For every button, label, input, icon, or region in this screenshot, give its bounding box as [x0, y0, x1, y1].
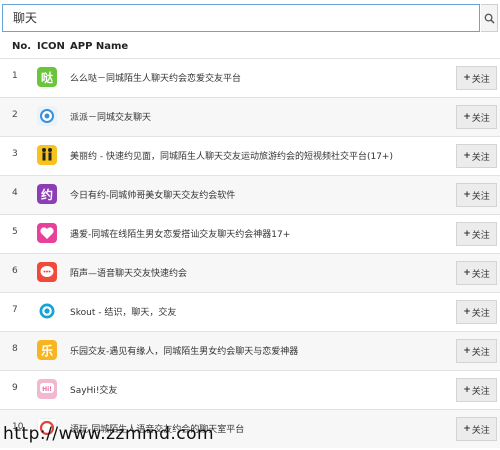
meiliyue-app-icon[interactable] — [37, 145, 57, 165]
row-number: 7 — [12, 305, 18, 315]
svg-text:Hi!: Hi! — [42, 386, 52, 393]
plus-icon: + — [463, 268, 471, 278]
follow-label: 关注 — [471, 269, 490, 280]
table-row[interactable]: 5 遇爱-同城在线陌生男女恋爱搭讪交友聊天约会神器17+ + 关注 — [0, 214, 500, 253]
search-bar: 聊天 — [2, 4, 498, 32]
header-icon: ICON — [37, 41, 65, 52]
yuai-app-icon[interactable] — [37, 223, 57, 243]
plus-icon: + — [463, 385, 471, 395]
follow-button[interactable]: + 关注 — [456, 417, 497, 441]
follow-label: 关注 — [471, 152, 490, 163]
row-number: 8 — [12, 344, 18, 354]
table-row[interactable]: 4 约 今日有约-同城帅哥美女聊天交友约会软件 + 关注 — [0, 175, 500, 214]
plus-icon: + — [463, 190, 471, 200]
search-input[interactable]: 聊天 — [2, 4, 480, 32]
table-header: No. ICON APP Name — [0, 32, 500, 60]
follow-button[interactable]: + 关注 — [456, 339, 497, 363]
search-button[interactable] — [481, 4, 498, 32]
follow-button[interactable]: + 关注 — [456, 144, 497, 168]
row-number: 1 — [12, 71, 18, 81]
table-row[interactable]: 2 派派－同城交友聊天 + 关注 — [0, 97, 500, 136]
app-name-link[interactable]: 今日有约-同城帅哥美女聊天交友约会软件 — [70, 188, 235, 201]
app-name-link[interactable]: 派派－同城交友聊天 — [70, 110, 151, 123]
table-row[interactable]: 9 Hi! SayHi!交友 + 关注 — [0, 370, 500, 409]
app-name-link[interactable]: 遇爱-同城在线陌生男女恋爱搭讪交友聊天约会神器17+ — [70, 227, 290, 240]
svg-text:哒: 哒 — [41, 70, 54, 85]
follow-label: 关注 — [471, 230, 490, 241]
app-name-link[interactable]: 陌声—语音聊天交友快速约会 — [70, 266, 187, 279]
follow-button[interactable]: + 关注 — [456, 378, 497, 402]
skout-app-icon[interactable] — [37, 301, 57, 321]
row-number: 2 — [12, 110, 18, 120]
leyuan-app-icon[interactable]: 乐 — [37, 340, 57, 360]
follow-label: 关注 — [471, 74, 490, 85]
follow-label: 关注 — [471, 308, 490, 319]
plus-icon: + — [463, 346, 471, 356]
watermark: http://www.zzmmd.com — [3, 424, 215, 444]
paipai-app-icon[interactable] — [37, 106, 57, 126]
svg-text:乐: 乐 — [41, 343, 53, 358]
app-name-link[interactable]: 乐园交友-遇见有缘人，同城陌生男女约会聊天与恋爱神器 — [70, 344, 298, 357]
row-number: 3 — [12, 149, 18, 159]
app-list: 1 哒么么哒－同城陌生人聊天约会恋爱交友平台 + 关注 2 派派－同城交友聊天 + 关注 3 美丽… — [0, 58, 500, 448]
header-no: No. — [12, 41, 32, 52]
follow-label: 关注 — [471, 386, 490, 397]
header-app-name: APP Name — [70, 41, 129, 52]
mmd-app-icon[interactable]: 哒 — [37, 67, 57, 87]
follow-button[interactable]: + 关注 — [456, 66, 497, 90]
app-name-link[interactable]: 美丽约 - 快速约见面，同城陌生人聊天交友运动旅游约会的短视频社交平台(17+) — [70, 149, 393, 162]
table-row[interactable]: 3 美丽约 - 快速约见面，同城陌生人聊天交友运动旅游约会的短视频社交平台(17+… — [0, 136, 500, 175]
follow-label: 关注 — [471, 425, 490, 436]
search-icon — [484, 13, 495, 24]
plus-icon: + — [463, 424, 471, 434]
plus-icon: + — [463, 307, 471, 317]
follow-button[interactable]: + 关注 — [456, 183, 497, 207]
plus-icon: + — [463, 112, 471, 122]
plus-icon: + — [463, 151, 471, 161]
plus-icon: + — [463, 73, 471, 83]
jinriyouyue-app-icon[interactable]: 约 — [37, 184, 57, 204]
row-number: 4 — [12, 188, 18, 198]
plus-icon: + — [463, 229, 471, 239]
app-name-link[interactable]: Skout - 结识，聊天，交友 — [70, 305, 176, 318]
follow-button[interactable]: + 关注 — [456, 105, 497, 129]
app-name-link[interactable]: SayHi!交友 — [70, 383, 117, 396]
follow-label: 关注 — [471, 113, 490, 124]
table-row[interactable]: 1 哒 么么哒－同城陌生人聊天约会恋爱交友平台 + 关注 — [0, 58, 500, 97]
follow-button[interactable]: + 关注 — [456, 222, 497, 246]
sayhi-app-icon[interactable]: Hi! — [37, 379, 57, 399]
follow-label: 关注 — [471, 191, 490, 202]
svg-text:约: 约 — [41, 187, 53, 202]
mosheng-app-icon[interactable] — [37, 262, 57, 282]
table-row[interactable]: 8 乐 乐园交友-遇见有缘人，同城陌生男女约会聊天与恋爱神器 + 关注 — [0, 331, 500, 370]
row-number: 5 — [12, 227, 18, 237]
follow-button[interactable]: + 关注 — [456, 261, 497, 285]
row-number: 6 — [12, 266, 18, 276]
table-row[interactable]: 6 陌声—语音聊天交友快速约会 + 关注 — [0, 253, 500, 292]
table-row[interactable]: 7 Skout - 结识，聊天，交友 + 关注 — [0, 292, 500, 331]
app-name-link[interactable]: 么么哒－同城陌生人聊天约会恋爱交友平台 — [70, 71, 241, 84]
follow-label: 关注 — [471, 347, 490, 358]
follow-button[interactable]: + 关注 — [456, 300, 497, 324]
row-number: 9 — [12, 383, 18, 393]
